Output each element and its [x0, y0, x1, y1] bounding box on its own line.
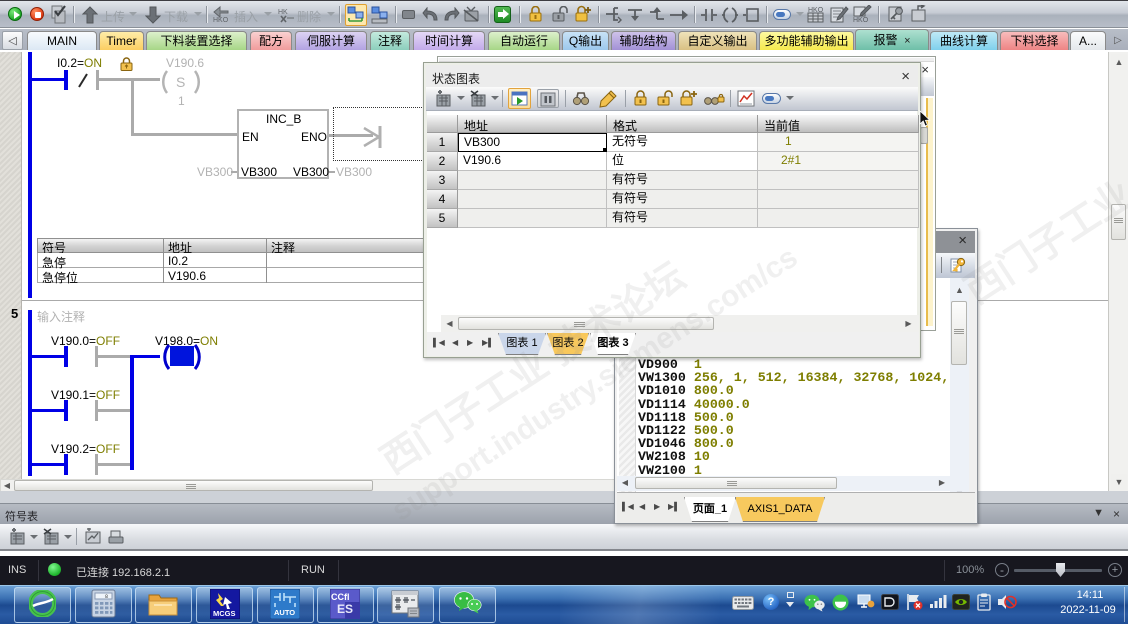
svg-text:HKO: HKO: [213, 17, 229, 24]
svg-text:HK: HK: [278, 9, 288, 16]
svg-text:CCfl: CCfl: [331, 592, 350, 602]
svg-text:HKO: HKO: [853, 17, 869, 24]
svg-text:S: S: [176, 74, 185, 90]
svg-text:AUTO: AUTO: [274, 608, 295, 617]
svg-text:ES: ES: [337, 602, 353, 616]
svg-text:8: 8: [105, 594, 108, 600]
svg-text:MCGS: MCGS: [213, 609, 236, 618]
